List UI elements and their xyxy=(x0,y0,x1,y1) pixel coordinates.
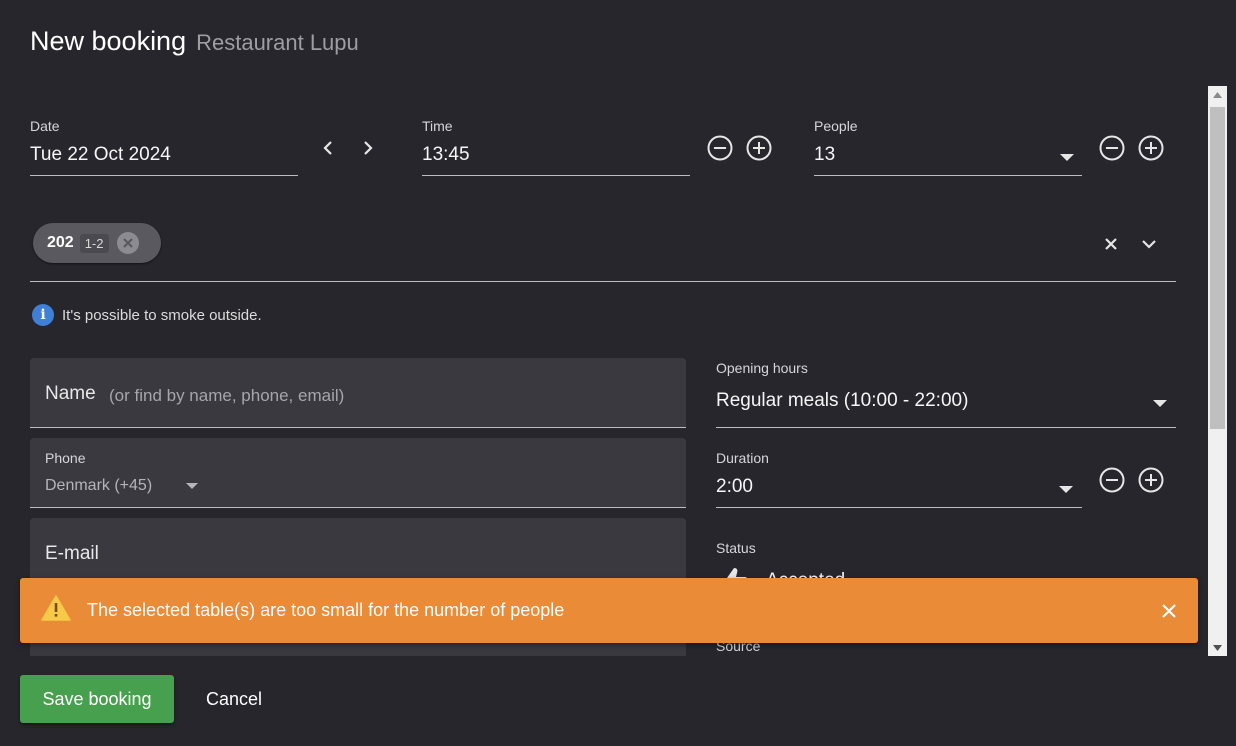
chevron-down-icon xyxy=(186,483,198,489)
cancel-button[interactable]: Cancel xyxy=(190,675,278,723)
chevron-left-icon xyxy=(323,141,332,155)
close-icon xyxy=(1105,238,1117,250)
tables-underline xyxy=(30,281,1176,282)
time-decrease-button[interactable] xyxy=(706,134,734,162)
table-chip-capacity: 1-2 xyxy=(79,233,109,253)
opening-hours-select[interactable]: Opening hours Regular meals (10:00 - 22:… xyxy=(716,360,1176,428)
minus-circle-icon xyxy=(1099,135,1125,161)
info-text: It's possible to smoke outside. xyxy=(62,306,262,324)
info-note: i It's possible to smoke outside. xyxy=(32,304,262,326)
phone-label: Phone xyxy=(45,450,86,466)
email-label: E-mail xyxy=(45,543,99,564)
duration-increase-button[interactable] xyxy=(1137,466,1165,494)
opening-hours-value[interactable]: Regular meals (10:00 - 22:00) xyxy=(716,390,968,412)
minus-circle-icon xyxy=(707,135,733,161)
plus-circle-icon xyxy=(1138,135,1164,161)
duration-value[interactable]: 2:00 xyxy=(716,476,753,498)
name-label: Name xyxy=(45,383,96,404)
people-select[interactable]: People 13 xyxy=(814,118,1082,176)
chip-remove-icon[interactable] xyxy=(116,232,139,254)
plus-circle-icon xyxy=(746,135,772,161)
date-underline xyxy=(30,175,298,176)
time-label: Time xyxy=(422,118,453,134)
scroll-down-button[interactable] xyxy=(1208,639,1227,656)
chevron-down-icon xyxy=(1142,240,1156,249)
people-label: People xyxy=(814,118,858,134)
people-value[interactable]: 13 xyxy=(814,144,835,166)
open-tables-button[interactable] xyxy=(1135,230,1163,258)
arrow-up-icon xyxy=(1213,91,1222,98)
opening-hours-underline xyxy=(716,427,1176,428)
previous-day-button[interactable] xyxy=(314,134,342,162)
name-field[interactable]: Name (or find by name, phone, email) xyxy=(30,358,686,428)
table-chip-label: 202 xyxy=(47,234,74,251)
chevron-down-icon xyxy=(1153,400,1167,407)
date-label: Date xyxy=(30,118,60,134)
duration-decrease-button[interactable] xyxy=(1098,466,1126,494)
dialog-header: New booking Restaurant Lupu xyxy=(30,26,359,57)
people-decrease-button[interactable] xyxy=(1098,134,1126,162)
scrollbar[interactable] xyxy=(1208,86,1227,656)
time-increase-button[interactable] xyxy=(745,134,773,162)
booking-form: Date Tue 22 Oct 2024 Time 13:45 People 1… xyxy=(0,86,1208,656)
chevron-down-icon xyxy=(1059,486,1073,493)
phone-country-select[interactable]: Denmark (+45) xyxy=(45,477,152,495)
date-field[interactable]: Date Tue 22 Oct 2024 xyxy=(30,118,298,176)
chevron-right-icon xyxy=(364,141,373,155)
next-day-button[interactable] xyxy=(354,134,382,162)
plus-circle-icon xyxy=(1138,467,1164,493)
name-placeholder: (or find by name, phone, email) xyxy=(109,386,345,405)
people-underline xyxy=(814,175,1082,176)
warning-icon xyxy=(41,595,71,626)
scrollbar-thumb[interactable] xyxy=(1210,107,1225,429)
opening-hours-label: Opening hours xyxy=(716,360,808,376)
table-chip[interactable]: 202 1-2 xyxy=(33,223,161,263)
duration-select[interactable]: Duration 2:00 xyxy=(716,450,1082,508)
duration-label: Duration xyxy=(716,450,769,466)
save-booking-button[interactable]: Save booking xyxy=(20,675,174,723)
minus-circle-icon xyxy=(1099,467,1125,493)
date-value[interactable]: Tue 22 Oct 2024 xyxy=(30,144,171,166)
time-value[interactable]: 13:45 xyxy=(422,144,470,166)
status-label: Status xyxy=(716,540,756,556)
warning-toast: The selected table(s) are too small for … xyxy=(20,578,1198,643)
chevron-down-icon xyxy=(1060,154,1074,161)
arrow-down-icon xyxy=(1213,644,1222,651)
clear-tables-button[interactable] xyxy=(1097,230,1125,258)
time-underline xyxy=(422,175,690,176)
close-icon[interactable] xyxy=(1158,600,1180,622)
info-icon: i xyxy=(32,304,54,326)
warning-message: The selected table(s) are too small for … xyxy=(87,600,565,620)
phone-field[interactable]: Phone Denmark (+45) xyxy=(30,438,686,508)
scroll-up-button[interactable] xyxy=(1208,86,1227,103)
people-increase-button[interactable] xyxy=(1137,134,1165,162)
dialog-title: New booking xyxy=(30,26,187,56)
dialog-subtitle: Restaurant Lupu xyxy=(196,30,359,55)
time-field[interactable]: Time 13:45 xyxy=(422,118,690,176)
duration-underline xyxy=(716,507,1082,508)
